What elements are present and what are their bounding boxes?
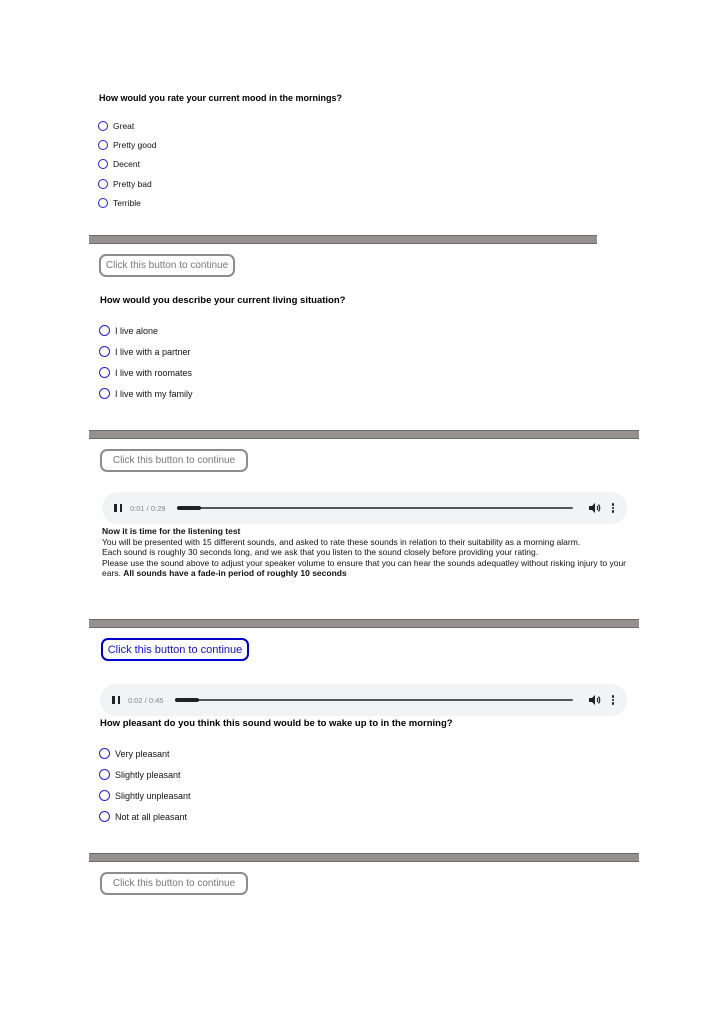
audio-progress (177, 506, 202, 510)
pleasant-option-slightly[interactable]: Slightly pleasant (99, 769, 181, 780)
radio-button[interactable] (99, 811, 110, 822)
section-divider (89, 430, 639, 439)
more-options-icon[interactable] (611, 502, 615, 513)
audio-time: 0:02 / 0:45 (128, 695, 164, 705)
mood-option-pretty-good[interactable]: Pretty good (98, 140, 156, 150)
mood-option-pretty-bad[interactable]: Pretty bad (98, 179, 152, 189)
volume-icon[interactable] (589, 695, 601, 705)
audio-player: 0:02 / 0:45 (100, 684, 627, 716)
instructions-line: You will be presented with 15 different … (102, 536, 581, 547)
audio-time: 0:01 / 0:29 (130, 503, 166, 513)
radio-button[interactable] (99, 748, 110, 759)
option-label: Terrible (113, 198, 141, 208)
pause-icon[interactable] (114, 504, 122, 512)
instructions-line: Each sound is roughly 30 seconds long, a… (102, 547, 539, 558)
pause-icon[interactable] (112, 696, 120, 704)
pleasantness-question: How pleasant do you think this sound wou… (100, 718, 453, 729)
radio-button[interactable] (99, 388, 110, 399)
option-label: Pretty good (113, 140, 157, 150)
audio-seek-bar[interactable] (177, 506, 573, 510)
option-label: Pretty bad (113, 179, 152, 189)
option-label: Slightly unpleasant (115, 790, 191, 801)
radio-button[interactable] (98, 140, 108, 150)
radio-button[interactable] (99, 346, 110, 357)
listening-test-instructions: Now it is time for the listening test Yo… (102, 526, 627, 579)
radio-button[interactable] (99, 790, 110, 801)
radio-button[interactable] (99, 769, 110, 780)
option-label: Slightly pleasant (115, 769, 181, 780)
continue-button[interactable]: Click this button to continue (100, 449, 248, 472)
radio-button[interactable] (98, 159, 108, 169)
audio-player: 0:01 / 0:29 (102, 492, 627, 524)
pleasant-option-slightly-unpleasant[interactable]: Slightly unpleasant (99, 790, 191, 801)
option-label: Great (113, 121, 135, 131)
radio-button[interactable] (98, 121, 108, 131)
mood-question: How would you rate your current mood in … (99, 93, 343, 103)
volume-icon[interactable] (589, 503, 601, 513)
mood-option-terrible[interactable]: Terrible (98, 198, 141, 208)
radio-button[interactable] (99, 367, 110, 378)
continue-button[interactable]: Click this button to continue (100, 872, 248, 895)
audio-seek-bar[interactable] (175, 698, 573, 702)
pleasant-option-not-at-all[interactable]: Not at all pleasant (99, 811, 187, 822)
living-option-family[interactable]: I live with my family (99, 388, 193, 399)
section-divider (89, 619, 639, 628)
pleasant-option-very[interactable]: Very pleasant (99, 748, 170, 759)
continue-button[interactable]: Click this button to continue (99, 254, 235, 277)
section-divider (89, 235, 597, 244)
living-option-roomates[interactable]: I live with roomates (99, 367, 192, 378)
radio-button[interactable] (99, 325, 110, 336)
audio-progress (175, 698, 200, 702)
radio-button[interactable] (98, 198, 108, 208)
option-label: I live alone (115, 325, 159, 336)
mood-option-great[interactable]: Great (98, 121, 134, 131)
option-label: Decent (113, 159, 140, 169)
radio-button[interactable] (98, 179, 108, 189)
instructions-heading: Now it is time for the listening test (102, 526, 241, 536)
section-divider (89, 853, 639, 862)
mood-option-decent[interactable]: Decent (98, 159, 140, 169)
continue-button[interactable]: Click this button to continue (101, 638, 249, 661)
option-label: I live with my family (115, 388, 193, 399)
option-label: Very pleasant (115, 748, 170, 759)
instructions-bold-note: All sounds have a fade-in period of roug… (123, 568, 347, 579)
option-label: I live with a partner (115, 346, 191, 357)
option-label: I live with roomates (115, 367, 193, 378)
instructions-line: Please use the sound above to adjust you… (102, 558, 627, 579)
living-option-alone[interactable]: I live alone (99, 325, 158, 336)
living-option-partner[interactable]: I live with a partner (99, 346, 191, 357)
option-label: Not at all pleasant (115, 811, 188, 822)
more-options-icon[interactable] (611, 694, 615, 705)
living-situation-question: How would you describe your current livi… (100, 295, 346, 306)
